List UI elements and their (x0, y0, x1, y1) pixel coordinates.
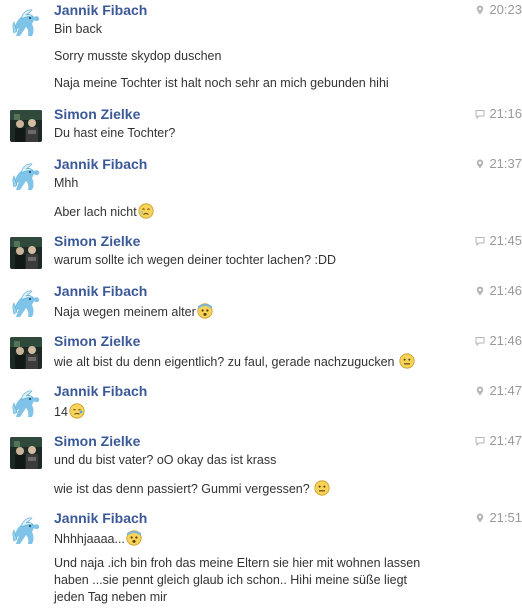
sender-name[interactable]: Jannik Fibach (54, 2, 147, 18)
message-line: 14 (54, 403, 85, 419)
message-line: Naja wegen meinem alter (54, 303, 213, 319)
shocked-emoji (197, 303, 213, 319)
timestamp: 21:46 (489, 283, 522, 298)
message-meta: 21:37 (472, 156, 522, 171)
embarrassed-emoji (69, 403, 85, 419)
message-text: warum sollte ich wegen deiner tochter la… (54, 253, 337, 267)
sender-name[interactable]: Simon Zielke (54, 433, 140, 449)
location-pin-icon (475, 286, 485, 296)
message-meta: 21:45 (472, 233, 522, 248)
chat-bubble-icon (475, 336, 485, 346)
message-line: Nhhhjaaaa... (54, 530, 142, 546)
message-text: wie ist das denn passiert? Gummi vergess… (54, 482, 310, 496)
avatar[interactable] (10, 6, 42, 38)
message-text: wie alt bist du denn eigentlich? zu faul… (54, 355, 395, 369)
avatar[interactable] (10, 160, 42, 192)
message-text: Sorry musste skydop duschen (54, 49, 222, 63)
timestamp: 20:23 (489, 2, 522, 17)
timestamp: 21:51 (489, 510, 522, 525)
sender-name[interactable]: Jannik Fibach (54, 156, 147, 172)
sender-name[interactable]: Jannik Fibach (54, 283, 147, 299)
shocked-emoji (126, 530, 142, 546)
timestamp: 21:16 (489, 106, 522, 121)
message-line: Aber lach nicht (54, 203, 154, 219)
avatar[interactable] (10, 437, 42, 469)
chat-bubble-icon (475, 436, 485, 446)
message-line: wie alt bist du denn eigentlich? zu faul… (54, 353, 415, 369)
message-text: Mhh (54, 176, 79, 190)
message-text: Nhhhjaaaa... (54, 532, 125, 546)
timestamp: 21:37 (489, 156, 522, 171)
location-pin-icon (475, 513, 485, 523)
message-text: Du hast eine Tochter? (54, 126, 176, 140)
avatar[interactable] (10, 287, 42, 319)
message-text: Naja wegen meinem alter (54, 305, 196, 319)
crying-emoji (138, 203, 154, 219)
sender-name[interactable]: Simon Zielke (54, 333, 140, 349)
message-meta: 21:46 (472, 283, 522, 298)
timestamp: 21:46 (489, 333, 522, 348)
message-text: Aber lach nicht (54, 205, 137, 219)
sender-name[interactable]: Jannik Fibach (54, 510, 147, 526)
message-meta: 21:46 (472, 333, 522, 348)
avatar[interactable] (10, 337, 42, 369)
neutral-face-emoji (399, 353, 415, 369)
location-pin-icon (475, 159, 485, 169)
location-pin-icon (475, 386, 485, 396)
sender-name[interactable]: Simon Zielke (54, 233, 140, 249)
sender-name[interactable]: Jannik Fibach (54, 383, 147, 399)
location-pin-icon (475, 5, 485, 15)
message-text: Und naja .ich bin froh das meine Eltern … (54, 556, 421, 604)
message-meta: 21:51 (472, 510, 522, 525)
message-text: 14 (54, 405, 68, 419)
timestamp: 21:47 (489, 433, 522, 448)
message-line: wie ist das denn passiert? Gummi vergess… (54, 480, 330, 496)
message-meta: 21:47 (472, 433, 522, 448)
chat-bubble-icon (475, 236, 485, 246)
timestamp: 21:45 (489, 233, 522, 248)
message-text: und du bist vater? oO okay das ist krass (54, 453, 277, 467)
avatar[interactable] (10, 514, 42, 546)
message-text: Bin back (54, 22, 102, 36)
chat-bubble-icon (475, 109, 485, 119)
timestamp: 21:47 (489, 383, 522, 398)
message-meta: 21:47 (472, 383, 522, 398)
avatar[interactable] (10, 387, 42, 419)
neutral-face-emoji (314, 480, 330, 496)
avatar[interactable] (10, 237, 42, 269)
avatar[interactable] (10, 110, 42, 142)
sender-name[interactable]: Simon Zielke (54, 106, 140, 122)
message-meta: 21:16 (472, 106, 522, 121)
message-meta: 20:23 (472, 2, 522, 17)
message-text: Naja meine Tochter ist halt noch sehr an… (54, 76, 389, 90)
